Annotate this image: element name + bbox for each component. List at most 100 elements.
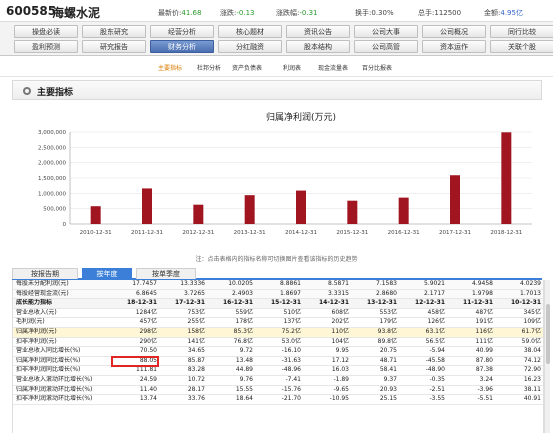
nav-tab-0-5[interactable]: 公司大事 xyxy=(354,25,418,38)
cell-value: 191亿 xyxy=(447,317,495,328)
cell-value: 109亿 xyxy=(495,317,543,328)
cell-value: 104亿 xyxy=(303,337,351,348)
nav-tab-1-0[interactable]: 盈利预测 xyxy=(14,40,78,53)
cell-value: -45.58 xyxy=(399,356,447,367)
y-tick-label: 2,500,000 xyxy=(38,145,66,151)
cell-value: 61.7亿 xyxy=(495,327,543,338)
cell-value: 126亿 xyxy=(399,317,447,328)
cell-value: 72.90 xyxy=(495,365,543,376)
cell-value: 559亿 xyxy=(207,308,255,319)
cell-value: 345亿 xyxy=(495,308,543,319)
cell-value: 11.40 xyxy=(111,385,159,396)
cell-value: 2.8680 xyxy=(351,289,399,300)
cell-value: 9.37 xyxy=(351,375,399,386)
row-label[interactable]: 归属净利润(元) xyxy=(13,327,111,338)
row-label[interactable]: 扣非净利润同比增长(%) xyxy=(13,365,111,376)
cell-value: 87.80 xyxy=(447,356,495,367)
period-tab-1[interactable]: 按年度 xyxy=(82,268,132,279)
nav-tab-0-3[interactable]: 核心题材 xyxy=(218,25,282,38)
nav-tab-0-1[interactable]: 股东研究 xyxy=(82,25,146,38)
cell-value: 38.04 xyxy=(495,346,543,357)
subnav-item-0[interactable]: 主要指标 xyxy=(158,63,182,72)
cell-value: 9.95 xyxy=(303,346,351,357)
nav-tab-1-4[interactable]: 股本结构 xyxy=(286,40,350,53)
nav-tab-0-4[interactable]: 资讯公告 xyxy=(286,25,350,38)
cell-value: 1.8697 xyxy=(255,289,303,300)
nav-tab-1-7[interactable]: 关联个股 xyxy=(490,40,553,53)
subnav-item-5[interactable]: 百分比报表 xyxy=(362,63,392,72)
subnav-item-4[interactable]: 现金流量表 xyxy=(318,63,348,72)
y-tick-label: 500,000 xyxy=(43,207,66,213)
nav-tab-1-2[interactable]: 财务分析 xyxy=(150,40,214,53)
cell-value: 13.3336 xyxy=(159,280,207,290)
main-nav: 操盘必读 股东研究 经营分析 核心题材 资讯公告 公司大事 公司概况 同行比较盈利预测 研究报告… xyxy=(0,22,553,56)
net-profit-chart: 归属净利润(万元) 0 500,000 1,000,000 1,500,000 2,000… xyxy=(12,102,542,252)
cell-value: -2.51 xyxy=(399,385,447,396)
row-label[interactable]: 成长能力指标 xyxy=(13,298,111,309)
table-header-row: 成长能力指标 18-12-31 17-12-31 16-12-31 15-12-31 14… xyxy=(13,298,543,309)
subnav-item-1[interactable]: 杜邦分析 xyxy=(197,63,221,72)
nav-tab-1-5[interactable]: 公司高管 xyxy=(354,40,418,53)
nav-tab-0-7[interactable]: 同行比较 xyxy=(490,25,553,38)
row-label[interactable]: 毛利润(元) xyxy=(13,317,111,328)
subnav-item-3[interactable]: 利润表 xyxy=(283,63,301,72)
table-scrollbar[interactable] xyxy=(544,280,550,433)
cell-value: 70.50 xyxy=(111,346,159,357)
bar xyxy=(501,132,512,224)
cell-value: -21.70 xyxy=(255,394,303,405)
cell-value: 158亿 xyxy=(159,327,207,338)
cell-value: 3.7265 xyxy=(159,289,207,300)
period-tab-2[interactable]: 按单季度 xyxy=(136,268,196,279)
cell-value: 20.75 xyxy=(351,346,399,357)
cell-value: 10.0205 xyxy=(207,280,255,290)
cell-value: 457亿 xyxy=(111,317,159,328)
x-tick-label: 2018-12-31 xyxy=(490,230,522,236)
scroll-thumb[interactable] xyxy=(546,304,550,364)
period-tabs: 按报告期 按年度 按单季度 xyxy=(12,268,542,280)
cell-value: 16-12-31 xyxy=(207,298,255,309)
cell-value: 25.15 xyxy=(351,394,399,405)
chart-note: 注：点击表格内的指标名称可切换图片查看该指标的历史趋势 xyxy=(195,256,358,263)
row-label[interactable]: 营业总收入滚动环比增长(%) xyxy=(13,375,111,386)
y-tick-label: 1,500,000 xyxy=(38,176,66,182)
cell-value: -5.94 xyxy=(399,346,447,357)
section-bullet-icon xyxy=(23,87,31,95)
cell-value: 44.89 xyxy=(207,365,255,376)
row-label[interactable]: 每股经营现金流(元) xyxy=(13,289,111,300)
nav-tab-0-2[interactable]: 经营分析 xyxy=(150,25,214,38)
highlight-box xyxy=(111,356,159,367)
row-label[interactable]: 扣非净利润(元) xyxy=(13,337,111,348)
cell-value: 28.17 xyxy=(159,385,207,396)
quote-item: 涨跌幅:-0.31 xyxy=(276,8,317,18)
sub-nav: 主要指标 杜邦分析 资产负债表 利润表 现金流量表 百分比报表 xyxy=(0,57,553,77)
cell-value: 2.4903 xyxy=(207,289,255,300)
y-tick-label: 0 xyxy=(63,222,67,228)
row-label[interactable]: 扣非净利润滚动环比增长(%) xyxy=(13,394,111,405)
cell-value: 83.28 xyxy=(159,365,207,376)
cell-value: 141亿 xyxy=(159,337,207,348)
nav-tab-0-0[interactable]: 操盘必读 xyxy=(14,25,78,38)
row-label[interactable]: 营业总收入(元) xyxy=(13,308,111,319)
nav-tab-1-3[interactable]: 分红融资 xyxy=(218,40,282,53)
nav-tab-0-6[interactable]: 公司概况 xyxy=(422,25,486,38)
quote-value: 41.68 xyxy=(181,9,202,17)
cell-value: 553亿 xyxy=(351,308,399,319)
nav-tab-1-1[interactable]: 研究报告 xyxy=(82,40,146,53)
table-row: 毛利润(元) 457亿 255亿 178亿 137亿 202亿 179亿 126亿 191亿 10… xyxy=(13,317,543,328)
cell-value: 16.23 xyxy=(495,375,543,386)
cell-value: -10.95 xyxy=(303,394,351,405)
cell-value: 9.72 xyxy=(207,346,255,357)
subnav-item-2[interactable]: 资产负债表 xyxy=(232,63,262,72)
row-label[interactable]: 营业总收入同比增长(%) xyxy=(13,346,111,357)
x-tick-label: 2011-12-31 xyxy=(131,230,163,236)
row-label[interactable]: 归属净利润滚动环比增长(%) xyxy=(13,385,111,396)
nav-tab-1-6[interactable]: 资本运作 xyxy=(422,40,486,53)
cell-value: 1.9798 xyxy=(447,289,495,300)
row-label[interactable]: 每股未分配利润(元) xyxy=(13,280,111,290)
cell-value: -31.63 xyxy=(255,356,303,367)
cell-value: 14-12-31 xyxy=(303,298,351,309)
table-row: 扣非净利润同比增长(%) 111.81 83.28 44.89 -48.96 16.03 5… xyxy=(13,365,543,376)
period-tab-0[interactable]: 按报告期 xyxy=(12,268,78,279)
quote-value: 0.30% xyxy=(371,9,394,17)
row-label[interactable]: 归属净利润同比增长(%) xyxy=(13,356,111,367)
